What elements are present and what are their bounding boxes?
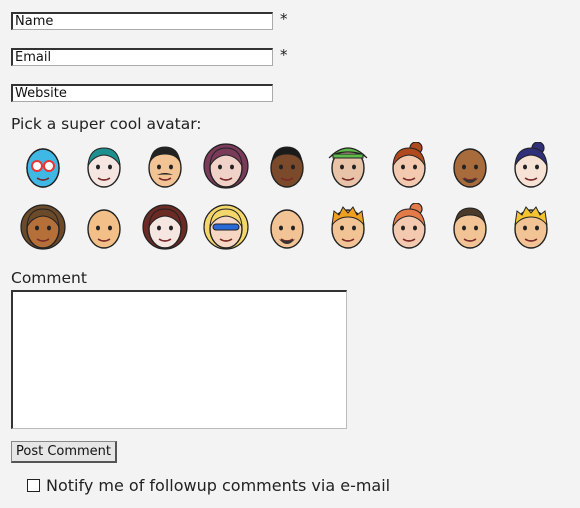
avatar-mustache-man-icon[interactable] bbox=[142, 142, 188, 190]
email-required-marker: * bbox=[280, 46, 288, 64]
comment-textarea[interactable] bbox=[11, 290, 347, 429]
avatar-teal-hair-pale-icon[interactable] bbox=[81, 142, 127, 190]
avatar-luchador-mask-icon[interactable] bbox=[20, 142, 66, 190]
post-comment-button[interactable]: Post Comment bbox=[11, 441, 117, 463]
website-field[interactable] bbox=[11, 84, 273, 102]
avatar-bald-beard-dark-icon[interactable] bbox=[447, 142, 493, 190]
name-field[interactable] bbox=[11, 12, 273, 30]
avatar-buzzcut-man-icon[interactable] bbox=[447, 203, 493, 251]
avatar-red-hair-bun-icon[interactable] bbox=[386, 141, 432, 190]
avatar-dark-skin-man-icon[interactable] bbox=[264, 142, 310, 190]
avatar-yellow-hair-icon[interactable] bbox=[508, 203, 554, 251]
notify-option[interactable]: Notify me of followup comments via e-mai… bbox=[27, 476, 390, 495]
name-required-marker: * bbox=[280, 10, 288, 28]
notify-checkbox[interactable] bbox=[27, 479, 40, 492]
avatar-bald-smile-icon[interactable] bbox=[81, 203, 127, 251]
avatar-bald-goatee-icon[interactable] bbox=[264, 203, 310, 251]
comment-label: Comment bbox=[11, 269, 87, 287]
avatar-spiky-orange-icon[interactable] bbox=[325, 203, 371, 251]
avatar-red-hair-woman-icon[interactable] bbox=[386, 202, 432, 251]
avatar-curly-laugh-icon[interactable] bbox=[20, 203, 66, 251]
avatar-blonde-glasses-icon[interactable] bbox=[203, 203, 249, 251]
notify-label: Notify me of followup comments via e-mai… bbox=[46, 476, 391, 495]
avatar-dark-hood-icon[interactable] bbox=[142, 203, 188, 251]
avatar-green-hat-icon[interactable] bbox=[325, 142, 371, 190]
avatar-blue-hair-bun-icon[interactable] bbox=[508, 141, 554, 190]
avatar-heading: Pick a super cool avatar: bbox=[11, 115, 202, 133]
avatar-dreadlocks-pink-icon[interactable] bbox=[203, 142, 249, 190]
email-field[interactable] bbox=[11, 48, 273, 66]
